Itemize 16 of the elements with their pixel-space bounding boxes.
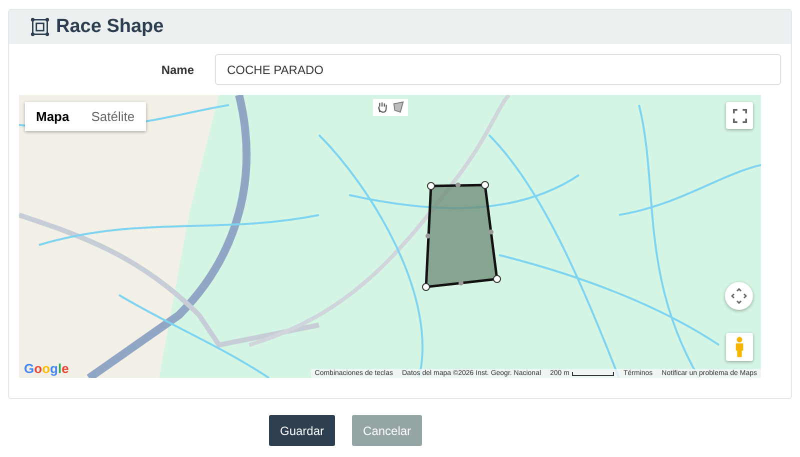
scale-bar	[572, 372, 614, 376]
google-logo: Google	[24, 361, 69, 376]
save-button[interactable]: Guardar	[269, 415, 336, 446]
card-title: Race Shape	[56, 16, 164, 38]
map-type-tab[interactable]: Satélite	[80, 102, 146, 131]
map-type-tab[interactable]: Mapa	[25, 102, 80, 131]
person-icon	[734, 336, 745, 358]
polygon-tool-icon[interactable]	[392, 101, 405, 114]
fullscreen-button[interactable]	[726, 102, 753, 129]
arrows-icon	[731, 288, 747, 304]
fullscreen-icon	[732, 108, 746, 122]
shape-icon	[30, 17, 50, 37]
drawn-polygon[interactable]	[422, 181, 501, 291]
hand-icon[interactable]	[376, 101, 389, 114]
name-input[interactable]: COCHE PARADO	[215, 54, 781, 85]
name-label: Name	[160, 62, 195, 76]
